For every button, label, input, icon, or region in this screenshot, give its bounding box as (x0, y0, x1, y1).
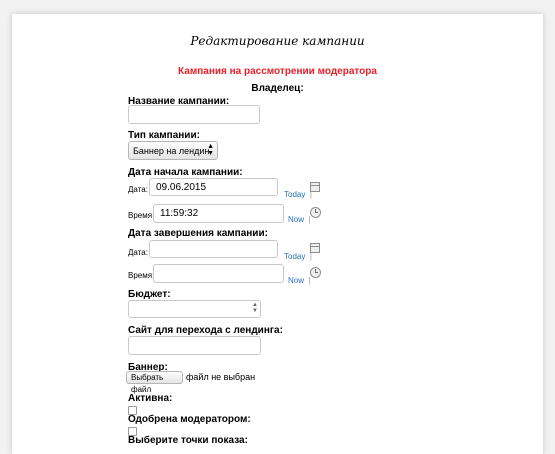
calendar-icon[interactable] (310, 243, 320, 253)
end-time-input[interactable] (153, 264, 284, 283)
end-date-shortcuts: Today | (284, 246, 312, 264)
calendar-icon[interactable] (310, 182, 320, 192)
start-now-link[interactable]: Now (288, 215, 304, 224)
campaign-type-selected: Баннер на лендин (133, 146, 210, 156)
start-time-input[interactable]: 11:59:32 (153, 204, 284, 223)
start-date-input[interactable]: 09.06.2015 (149, 178, 278, 196)
landing-site-input[interactable] (128, 336, 261, 355)
approved-label: Одобрена модератором: (128, 414, 251, 425)
end-date-field-label: Дата: (128, 248, 148, 257)
display-points-label: Выберите точки показа: (128, 435, 248, 446)
start-date-field-label: Дата: (128, 185, 148, 194)
moderation-status: Кампания на рассмотрении модератора (178, 66, 377, 77)
clock-icon[interactable] (310, 207, 321, 218)
end-today-link[interactable]: Today (284, 252, 305, 261)
start-time-field-label: Время: (128, 211, 155, 220)
separator: | (308, 215, 311, 224)
landing-site-label: Сайт для перехода с лендинга: (128, 325, 283, 336)
end-time-shortcuts: Now | (288, 270, 311, 288)
file-status: файл не выбран (186, 372, 256, 382)
clock-icon[interactable] (310, 267, 321, 278)
choose-file-button[interactable]: Выбрать файл (126, 371, 183, 394)
end-date-label: Дата завершения кампании: (128, 228, 268, 239)
edit-campaign-form: Редактирование кампании Кампания на расс… (12, 14, 543, 454)
separator: | (308, 276, 311, 285)
end-date-input[interactable] (149, 240, 278, 258)
page-title: Редактирование кампании (190, 34, 365, 48)
owner-label: Владелец: (251, 83, 304, 94)
end-time-field-label: Время: (128, 271, 155, 280)
budget-label: Бюджет: (128, 289, 171, 300)
separator: | (309, 252, 312, 261)
number-spinner-icon[interactable]: ▲ ▼ (252, 302, 258, 314)
campaign-name-input[interactable] (128, 105, 260, 124)
end-now-link[interactable]: Now (288, 276, 304, 285)
campaign-type-select[interactable]: Баннер на лендин ▲ ▼ (128, 141, 218, 160)
start-time-shortcuts: Now | (288, 209, 311, 227)
start-date-label: Дата начала кампании: (128, 167, 243, 178)
select-arrows-icon: ▲ ▼ (207, 143, 214, 157)
active-label: Активна: (128, 393, 173, 404)
budget-input[interactable]: ▲ ▼ (128, 300, 261, 318)
start-today-link[interactable]: Today (284, 190, 305, 199)
start-date-shortcuts: Today | (284, 184, 312, 202)
campaign-type-label: Тип кампании: (128, 130, 200, 141)
